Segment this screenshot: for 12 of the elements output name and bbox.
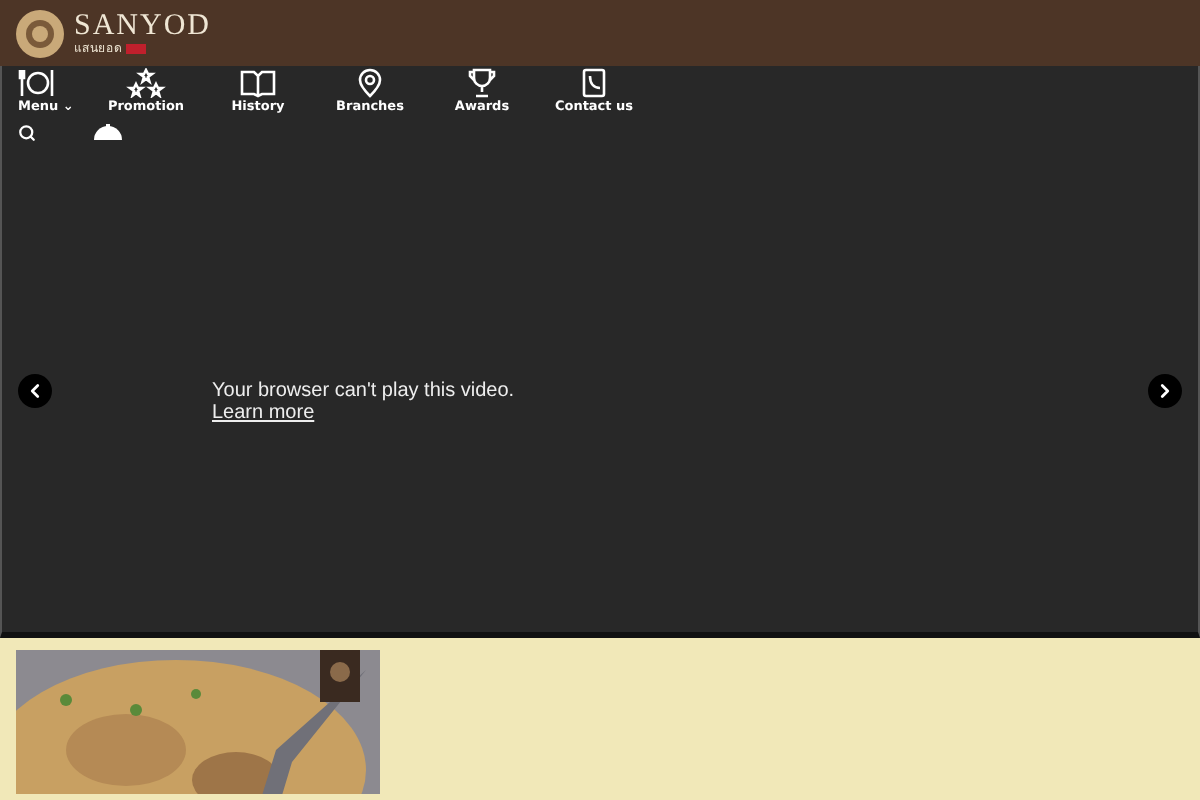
book-icon [238,68,278,98]
next-button[interactable] [1148,374,1182,408]
brand-name: SANYOD [74,9,212,41]
video-error-message: Your browser can't play this video. [212,379,515,401]
cloche-icon[interactable] [92,123,124,141]
plate-cutlery-icon [18,68,58,98]
learn-more-link[interactable]: Learn more [212,401,515,423]
stars-icon [126,68,166,98]
logo-icon[interactable] [14,7,66,59]
brand-tag [126,44,146,54]
previous-button[interactable] [18,374,52,408]
search-icon[interactable] [18,123,36,141]
